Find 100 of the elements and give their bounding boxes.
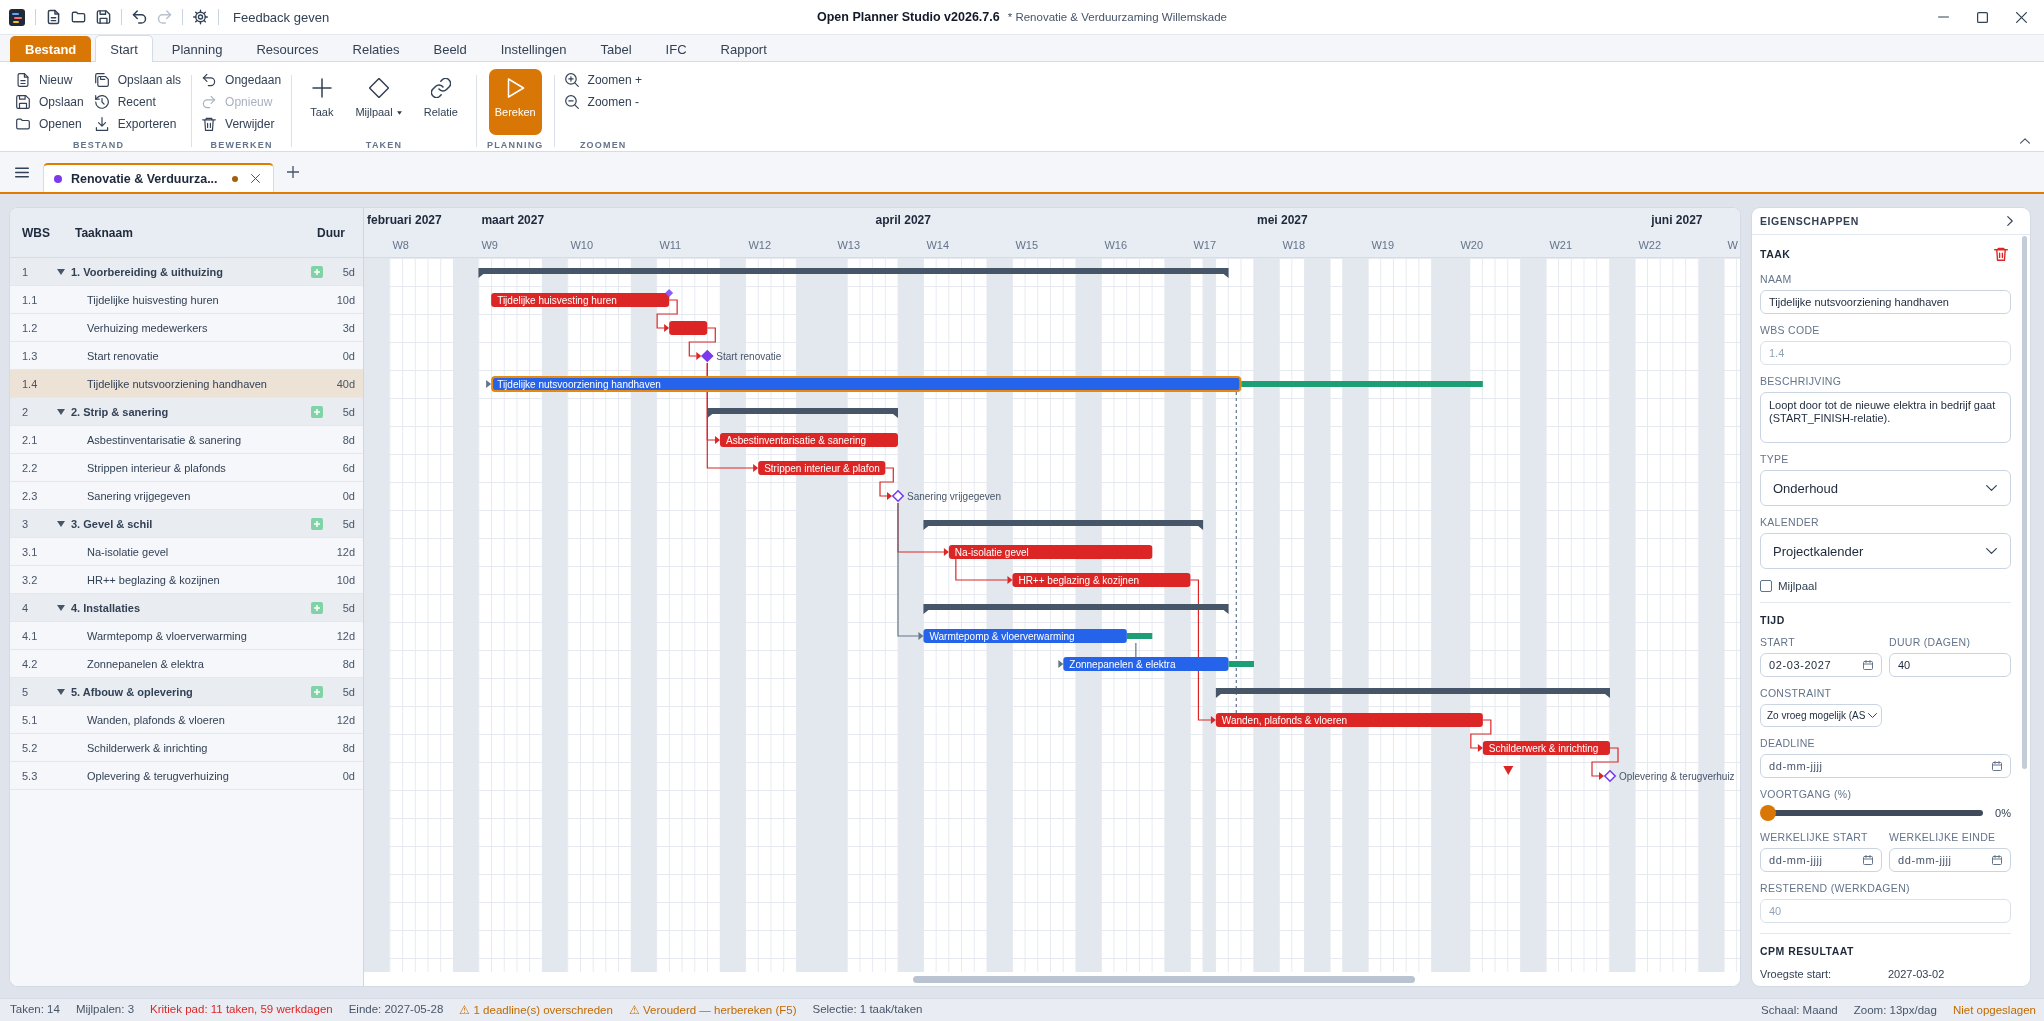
ribbon-tab[interactable]: Resources — [241, 36, 334, 62]
caret-down-icon[interactable] — [57, 267, 65, 276]
chevron-up-icon[interactable] — [2020, 138, 2030, 144]
scrollbar-thumb[interactable] — [913, 975, 1415, 983]
week-label: W11 — [659, 238, 682, 252]
add-task-button[interactable]: Taak — [302, 69, 342, 135]
text-area[interactable]: Loopt door tot de nieuwe elektra in bedrijf gaat (START_FINISH-relatie). — [1760, 392, 2011, 443]
dropdown[interactable]: Onderhoud — [1760, 470, 2011, 506]
ribbon-tab[interactable]: Planning — [156, 36, 238, 62]
save-button[interactable]: Opslaan — [16, 91, 84, 113]
field-label: CONSTRAINT — [1760, 687, 1833, 699]
date-field[interactable]: 02-03-2027 — [1760, 653, 1882, 677]
dropdown[interactable]: Zo vroeg mogelijk (AS — [1760, 704, 1882, 727]
caret-down-icon[interactable] — [57, 407, 65, 416]
save-icon[interactable] — [96, 9, 111, 25]
date-field[interactable]: dd-mm-jjjj — [1760, 848, 1882, 872]
ribbon-tab[interactable]: Instellingen — [485, 36, 582, 62]
duration-cell-text: 5d — [341, 601, 355, 614]
close-icon[interactable] — [2016, 11, 2027, 23]
chevron-right-icon[interactable] — [2007, 216, 2013, 226]
task-row[interactable]: 5 5. Afbouw & oplevering 5d — [10, 678, 363, 706]
task-row[interactable]: 4 4. Installaties 5d — [10, 594, 363, 622]
calendar-icon[interactable] — [1863, 660, 1873, 670]
group-label: BEWERKEN — [210, 140, 273, 150]
week-label: W21 — [1549, 238, 1573, 252]
task-row[interactable]: 3 3. Gevel & schil 5d — [10, 510, 363, 538]
task-bar[interactable]: Tijdelijke huisvesting huren — [491, 293, 670, 307]
task-row[interactable]: 1.4 Tijdelijke nutsvoorziening handhaven 40d — [10, 370, 363, 398]
task-row[interactable]: 1 1. Voorbereiding & uithuizing 5d — [10, 258, 363, 286]
ribbon-tab[interactable]: IFC — [650, 36, 702, 62]
caret-down-icon[interactable] — [57, 603, 65, 612]
task-bar[interactable]: Tijdelijke nutsvoorziening handhaven — [491, 376, 1242, 392]
add-milestone-button[interactable]: Mijlpaal — [347, 69, 410, 135]
zoom-out-button[interactable]: Zoomen - — [564, 91, 642, 113]
zoom-in-button[interactable]: Zoomen + — [564, 69, 642, 91]
calendar-icon[interactable] — [1992, 855, 2002, 865]
wbs-cell-text: 2.1 — [22, 433, 39, 446]
add-relation-button[interactable]: Relatie — [415, 69, 466, 135]
save-as-button[interactable]: Opslaan als — [94, 69, 182, 91]
close-icon[interactable] — [250, 174, 260, 183]
readout-label: Vroegste start: — [1760, 967, 1833, 981]
task-name-cell-text: Tijdelijke nutsvoorziening handhaven — [87, 377, 268, 390]
milestone-marker[interactable] — [891, 489, 905, 503]
menu-icon[interactable] — [15, 166, 29, 178]
undo-icon[interactable] — [132, 9, 147, 25]
task-bar[interactable]: Warmtepomp & vloerverwarming — [923, 629, 1127, 643]
trash-icon[interactable] — [1994, 247, 2008, 261]
zoom-out-icon — [564, 95, 579, 109]
settings-icon[interactable] — [193, 9, 208, 25]
document-tab[interactable]: Renovatie & Verduurza... — [43, 163, 274, 192]
task-row[interactable]: 2 2. Strip & sanering 5d — [10, 398, 363, 426]
window-title: Open Planner Studio v2026.7.6 — [817, 10, 1000, 24]
column-header: Duur — [317, 225, 345, 240]
caret-down-icon[interactable] — [57, 687, 65, 696]
calendar-icon[interactable] — [1992, 761, 2002, 771]
delete-button[interactable]: Verwijder — [202, 113, 282, 135]
plus-icon[interactable] — [286, 166, 299, 178]
date-field[interactable]: dd-mm-jjjj — [1760, 754, 2011, 778]
ribbon-tab[interactable]: Rapport — [705, 36, 782, 62]
status-text: ⚠ Verouderd — herbereken (F5) — [628, 1003, 797, 1017]
maximize-icon[interactable] — [1977, 11, 1988, 23]
undo-button[interactable]: Ongedaan — [202, 69, 282, 91]
feedback-button[interactable]: Feedback geven — [233, 9, 330, 25]
milestone-marker[interactable] — [700, 349, 714, 363]
summary-bar[interactable] — [923, 604, 1229, 614]
task-name-cell-text: Asbestinventarisatie & sanering — [87, 433, 243, 446]
field-label: DEADLINE — [1760, 737, 1816, 749]
new-button[interactable]: Nieuw — [16, 69, 84, 91]
duration-cell-text: 5d — [341, 685, 355, 698]
task-name-cell-text: Zonnepanelen & elektra — [87, 657, 205, 670]
recent-button[interactable]: Recent — [94, 91, 182, 113]
summary-bar[interactable] — [478, 268, 1229, 278]
task-name-cell-text: 5. Afbouw & oplevering — [71, 685, 194, 698]
scrollbar-thumb[interactable] — [2022, 236, 2027, 769]
ribbon-tab[interactable]: Tabel — [585, 36, 647, 62]
caret-down-icon[interactable] — [57, 519, 65, 528]
month-label: april 2027 — [875, 213, 931, 227]
summary-bar[interactable] — [707, 408, 898, 418]
summary-bar[interactable] — [923, 520, 1204, 530]
date-field[interactable]: dd-mm-jjjj — [1889, 848, 2011, 872]
milestone-marker[interactable] — [1603, 769, 1617, 783]
duration-cell-text: 5d — [341, 265, 355, 278]
task-bar[interactable]: Zonnepanelen & elektra — [1063, 657, 1229, 671]
export-button[interactable]: Exporteren — [94, 113, 182, 135]
text-field[interactable]: Tijdelijke nutsvoorziening handhaven — [1760, 290, 2011, 314]
text-field[interactable]: 40 — [1889, 653, 2011, 677]
slider-thumb[interactable] — [1760, 805, 1776, 821]
ribbon-tab[interactable]: Start — [95, 35, 153, 62]
folder-icon[interactable] — [71, 9, 86, 25]
summary-bar[interactable] — [1215, 688, 1610, 698]
field-label: WERKELIJKE START — [1760, 831, 1869, 843]
ribbon-tab[interactable]: Beeld — [418, 36, 482, 62]
open-button[interactable]: Openen — [16, 113, 84, 135]
ribbon-tab[interactable]: Relaties — [337, 36, 415, 62]
checkbox[interactable] — [1760, 579, 1772, 592]
dropdown[interactable]: Projectkalender — [1760, 533, 2011, 569]
task-name-cell-text: Strippen interieur & plafonds — [87, 461, 227, 474]
document-icon[interactable] — [46, 9, 61, 25]
field-label: KALENDER — [1760, 516, 1820, 528]
calendar-icon[interactable] — [1863, 855, 1873, 865]
